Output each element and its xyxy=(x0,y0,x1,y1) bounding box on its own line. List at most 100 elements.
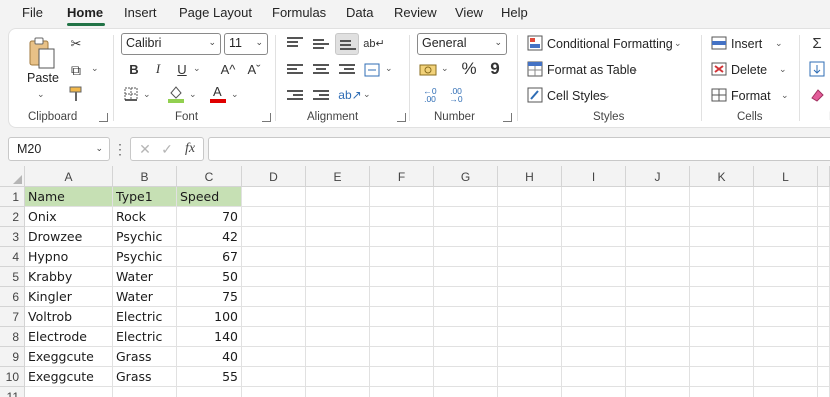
align-right-icon[interactable] xyxy=(339,64,355,78)
empty-cell[interactable] xyxy=(370,227,434,247)
empty-cell[interactable] xyxy=(562,367,626,387)
table-cell[interactable]: 40 xyxy=(177,347,242,367)
cell-styles-dropdown-icon[interactable]: ⌄ xyxy=(603,90,611,101)
empty-cell[interactable] xyxy=(754,247,818,267)
empty-cell[interactable] xyxy=(306,287,370,307)
menu-file[interactable]: File xyxy=(22,5,43,20)
row-header-9[interactable]: 9 xyxy=(0,347,25,367)
empty-cell[interactable] xyxy=(690,187,754,207)
empty-cell[interactable] xyxy=(754,347,818,367)
table-cell[interactable]: Exeggcute xyxy=(25,347,113,367)
accounting-dropdown-icon[interactable]: ⌄ xyxy=(441,63,449,74)
empty-cell[interactable] xyxy=(370,367,434,387)
number-format-dropdown[interactable]: General ⌄ xyxy=(417,33,507,55)
empty-cell[interactable] xyxy=(626,347,690,367)
empty-cell[interactable] xyxy=(818,207,830,227)
empty-cell[interactable] xyxy=(370,347,434,367)
alignment-launcher-icon[interactable] xyxy=(397,113,406,122)
empty-cell[interactable] xyxy=(754,187,818,207)
bottom-align-button[interactable] xyxy=(335,33,359,55)
more-options-icon[interactable]: ⋮ xyxy=(113,140,127,158)
empty-cell[interactable] xyxy=(562,207,626,227)
table-cell[interactable]: Onix xyxy=(25,207,113,227)
empty-cell[interactable] xyxy=(306,327,370,347)
table-cell[interactable]: Rock xyxy=(113,207,177,227)
cell-styles-icon[interactable] xyxy=(527,87,543,103)
table-cell[interactable]: Hypno xyxy=(25,247,113,267)
decrease-font-size-button[interactable]: Aˇ xyxy=(245,60,263,78)
table-cell[interactable]: 50 xyxy=(177,267,242,287)
empty-cell[interactable] xyxy=(498,307,562,327)
table-cell[interactable]: Water xyxy=(113,267,177,287)
increase-decimal-icon[interactable]: ←0.00 xyxy=(419,85,441,105)
format-dropdown-icon[interactable]: ⌄ xyxy=(781,90,789,101)
table-cell[interactable]: Water xyxy=(113,287,177,307)
menu-home[interactable]: Home xyxy=(67,5,103,20)
empty-cell[interactable] xyxy=(498,267,562,287)
cancel-icon[interactable]: ✕ xyxy=(137,140,153,158)
copy-icon[interactable]: ⧉ xyxy=(67,61,85,79)
empty-cell[interactable] xyxy=(562,347,626,367)
empty-cell[interactable] xyxy=(370,287,434,307)
empty-cell[interactable] xyxy=(754,287,818,307)
table-cell[interactable]: Krabby xyxy=(25,267,113,287)
empty-cell[interactable] xyxy=(626,227,690,247)
empty-cell[interactable] xyxy=(562,267,626,287)
empty-cell[interactable] xyxy=(434,187,498,207)
column-header-d[interactable]: D xyxy=(242,166,306,187)
empty-cell[interactable] xyxy=(242,207,306,227)
increase-font-size-button[interactable]: A^ xyxy=(219,60,237,78)
empty-cell[interactable] xyxy=(626,387,690,397)
empty-cell[interactable] xyxy=(562,387,626,397)
empty-cell[interactable] xyxy=(818,347,830,367)
column-header-f[interactable]: F xyxy=(370,166,434,187)
align-center-icon[interactable] xyxy=(313,64,329,78)
empty-cell[interactable] xyxy=(370,187,434,207)
format-cells-icon[interactable] xyxy=(711,87,727,103)
table-cell[interactable]: Exeggcute xyxy=(25,367,113,387)
empty-cell[interactable] xyxy=(242,187,306,207)
empty-cell[interactable] xyxy=(626,327,690,347)
empty-cell[interactable] xyxy=(434,387,498,397)
clear-icon[interactable] xyxy=(809,87,825,103)
paste-dropdown-icon[interactable]: ⌄ xyxy=(37,89,45,100)
empty-cell[interactable] xyxy=(626,287,690,307)
table-cell[interactable]: Voltrob xyxy=(25,307,113,327)
delete-cells-icon[interactable] xyxy=(711,61,727,77)
font-color-icon[interactable]: A xyxy=(209,84,227,104)
merge-center-icon[interactable] xyxy=(363,61,381,79)
empty-cell[interactable] xyxy=(434,327,498,347)
paste-icon[interactable] xyxy=(27,35,57,71)
empty-cell[interactable] xyxy=(690,227,754,247)
empty-cell[interactable] xyxy=(242,247,306,267)
empty-cell[interactable] xyxy=(498,347,562,367)
table-cell[interactable]: 75 xyxy=(177,287,242,307)
column-header-i[interactable]: I xyxy=(562,166,626,187)
empty-cell[interactable] xyxy=(434,367,498,387)
empty-cell[interactable] xyxy=(818,367,830,387)
empty-cell[interactable] xyxy=(626,267,690,287)
empty-cell[interactable] xyxy=(370,267,434,287)
insert-function-icon[interactable]: fx xyxy=(181,140,199,158)
merge-dropdown-icon[interactable]: ⌄ xyxy=(385,63,393,74)
empty-cell[interactable] xyxy=(562,327,626,347)
empty-cell[interactable] xyxy=(690,387,754,397)
fill-color-dropdown-icon[interactable]: ⌄ xyxy=(189,89,197,100)
empty-cell[interactable] xyxy=(498,287,562,307)
empty-cell[interactable] xyxy=(306,227,370,247)
delete-cells-button[interactable]: Delete xyxy=(731,63,767,77)
insert-dropdown-icon[interactable]: ⌄ xyxy=(775,38,783,49)
empty-cell[interactable] xyxy=(242,287,306,307)
borders-dropdown-icon[interactable]: ⌄ xyxy=(143,89,151,100)
row-header-11[interactable]: 11 xyxy=(0,387,25,397)
delete-dropdown-icon[interactable]: ⌄ xyxy=(779,64,787,75)
font-name-dropdown[interactable]: Calibri ⌄ xyxy=(121,33,221,55)
empty-cell[interactable] xyxy=(306,367,370,387)
empty-cell[interactable] xyxy=(242,347,306,367)
empty-cell[interactable] xyxy=(626,367,690,387)
table-cell[interactable]: 55 xyxy=(177,367,242,387)
empty-cell[interactable] xyxy=(754,387,818,397)
confirm-icon[interactable]: ✓ xyxy=(159,140,175,158)
insert-cells-icon[interactable] xyxy=(711,35,727,51)
empty-cell[interactable] xyxy=(690,327,754,347)
